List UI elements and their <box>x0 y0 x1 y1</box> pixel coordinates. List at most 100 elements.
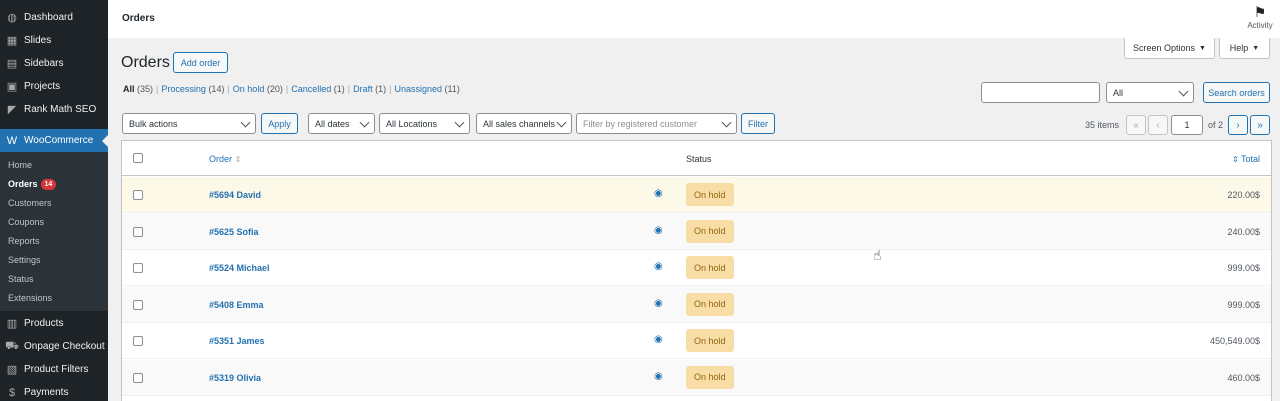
locations-value: All Locations <box>386 118 438 129</box>
table-row[interactable]: #5408 Emma ◉ On hold 999.00$ <box>122 286 1271 323</box>
view-on-hold[interactable]: On hold <box>233 84 265 94</box>
view-draft[interactable]: Draft <box>353 84 373 94</box>
view-count: (14) <box>208 84 225 94</box>
preview-eye-icon[interactable]: ◉ <box>654 225 663 236</box>
sidebar-item-products[interactable]: ▥ Products <box>0 312 108 335</box>
order-link[interactable]: #5319 Olivia <box>209 373 261 383</box>
table-row[interactable]: #5524 Michael ◉ On hold 999.00$ <box>122 250 1271 286</box>
row-checkbox[interactable] <box>133 372 143 383</box>
help-button[interactable]: Help ▼ <box>1219 38 1270 59</box>
preview-eye-icon[interactable]: ◉ <box>654 334 663 345</box>
view-all[interactable]: All <box>123 84 135 94</box>
sidebar-item-label: Sidebars <box>24 58 64 69</box>
row-checkbox[interactable] <box>133 299 143 310</box>
row-checkbox[interactable] <box>133 263 143 273</box>
table-row[interactable]: #5351 James ◉ On hold 450,549.00$ <box>122 323 1271 359</box>
caret-down-icon: ▼ <box>1199 44 1206 52</box>
slides-icon: ▦ <box>6 35 18 47</box>
dates-value: All dates <box>315 118 350 129</box>
customer-filter-select[interactable]: Filter by registered customer <box>576 113 737 134</box>
dates-select[interactable]: All dates <box>308 113 375 134</box>
caret-down-icon: ▼ <box>1252 44 1260 52</box>
screen-options-label: Screen Options <box>1133 43 1196 53</box>
chevron-down-icon <box>1178 86 1189 97</box>
sidebar-item-dashboard[interactable]: ◍ Dashboard <box>0 6 108 29</box>
total-column-header[interactable]: ⇕ Total <box>1232 154 1260 164</box>
submenu-item-extensions[interactable]: Extensions <box>8 289 52 308</box>
orders-count-badge: 14 <box>40 179 57 190</box>
status-badge: On hold <box>686 329 734 352</box>
status-views: All (35) | Processing (14) | On hold (20) | Ca… <box>123 84 460 94</box>
table-row[interactable]: #5694 David ◉ On hold 220.00$ <box>122 177 1271 213</box>
view-separator: | <box>285 84 289 94</box>
submenu-item-orders[interactable]: Orders 14 <box>8 175 57 194</box>
submenu-item-coupons[interactable]: Coupons <box>8 213 44 232</box>
row-checkbox[interactable] <box>133 336 143 346</box>
preview-eye-icon[interactable]: ◉ <box>654 188 663 199</box>
bulk-actions-select[interactable]: Bulk actions <box>122 113 256 134</box>
row-checkbox[interactable] <box>133 226 143 237</box>
bulk-actions-value: Bulk actions <box>129 118 178 129</box>
sales-channels-select[interactable]: All sales channels <box>476 113 572 134</box>
order-link[interactable]: #5694 David <box>209 190 261 200</box>
prev-page-button[interactable]: ‹ <box>1148 115 1168 135</box>
sidebar-item-onpage-checkout[interactable]: ⛟ Onpage Checkout <box>0 335 108 358</box>
table-header: Order ⇕ Status ⇕ Total <box>122 141 1271 176</box>
apply-button[interactable]: Apply <box>261 113 298 134</box>
select-all-checkbox[interactable] <box>133 153 143 163</box>
sidebar-item-sidebars[interactable]: ▤ Sidebars <box>0 52 108 75</box>
row-checkbox[interactable] <box>133 190 143 200</box>
view-processing[interactable]: Processing <box>161 84 206 94</box>
order-column-label: Order <box>209 154 233 164</box>
table-row[interactable]: #5625 Sofia ◉ On hold 240.00$ <box>122 213 1271 250</box>
current-menu-arrow <box>102 135 108 147</box>
status-column-header: Status <box>686 154 712 164</box>
search-orders-button[interactable]: Search orders <box>1203 82 1270 103</box>
view-unassigned[interactable]: Unassigned <box>394 84 442 94</box>
search-status-select[interactable]: All <box>1106 82 1194 103</box>
sidebar-item-rank-math-seo[interactable]: ◤ Rank Math SEO <box>0 98 108 121</box>
sidebar-item-label: WooCommerce <box>24 135 94 146</box>
preview-eye-icon[interactable]: ◉ <box>654 371 663 382</box>
order-column-header[interactable]: Order ⇕ <box>209 154 241 164</box>
submenu-item-label: Extensions <box>8 293 53 303</box>
flag-icon: ⚑ <box>1253 4 1267 20</box>
order-link[interactable]: #5625 Sofia <box>209 227 259 237</box>
sidebar-item-woocommerce[interactable]: W WooCommerce <box>0 129 108 152</box>
sidebar-item-payments[interactable]: $ Payments <box>0 381 108 401</box>
submenu-item-home[interactable]: Home <box>8 156 32 175</box>
submenu-item-label: Status <box>8 274 34 284</box>
activity-button[interactable]: ⚑ Activity <box>1240 4 1280 30</box>
submenu-item-settings[interactable]: Settings <box>8 251 41 270</box>
order-link[interactable]: #5351 James <box>209 336 265 346</box>
sidebar-item-label: Onpage Checkout <box>24 341 105 352</box>
view-cancelled[interactable]: Cancelled <box>291 84 331 94</box>
order-link[interactable]: #5408 Emma <box>209 300 264 310</box>
order-total: 999.00$ <box>1227 263 1260 273</box>
activity-label: Activity <box>1247 21 1273 30</box>
screen-options-button[interactable]: Screen Options ▼ <box>1124 38 1215 59</box>
sidebar-item-label: Payments <box>24 387 69 398</box>
locations-select[interactable]: All Locations <box>379 113 470 134</box>
current-page-input[interactable]: 1 <box>1171 115 1203 135</box>
page-title: Orders <box>121 54 170 71</box>
table-row[interactable]: #5319 Olivia ◉ On hold 460.00$ <box>122 359 1271 396</box>
preview-eye-icon[interactable]: ◉ <box>654 298 663 309</box>
add-order-button[interactable]: Add order <box>173 52 228 73</box>
submenu-item-customers[interactable]: Customers <box>8 194 52 213</box>
submenu-item-reports[interactable]: Reports <box>8 232 40 251</box>
filter-button[interactable]: Filter <box>741 113 775 134</box>
search-input[interactable] <box>981 82 1100 103</box>
order-link[interactable]: #5524 Michael <box>209 263 270 273</box>
next-page-button[interactable]: › <box>1228 115 1248 135</box>
projects-icon: ▣ <box>6 81 18 93</box>
last-page-button[interactable]: » <box>1250 115 1270 135</box>
sidebar-item-slides[interactable]: ▦ Slides <box>0 29 108 52</box>
dashboard-icon: ◍ <box>7 12 17 24</box>
sidebar-item-projects[interactable]: ▣ Projects <box>0 75 108 98</box>
chevron-down-icon <box>721 117 732 128</box>
preview-eye-icon[interactable]: ◉ <box>654 261 663 272</box>
sidebar-item-product-filters[interactable]: ▧ Product Filters <box>0 358 108 381</box>
first-page-button[interactable]: « <box>1126 115 1146 135</box>
submenu-item-status[interactable]: Status <box>8 270 34 289</box>
